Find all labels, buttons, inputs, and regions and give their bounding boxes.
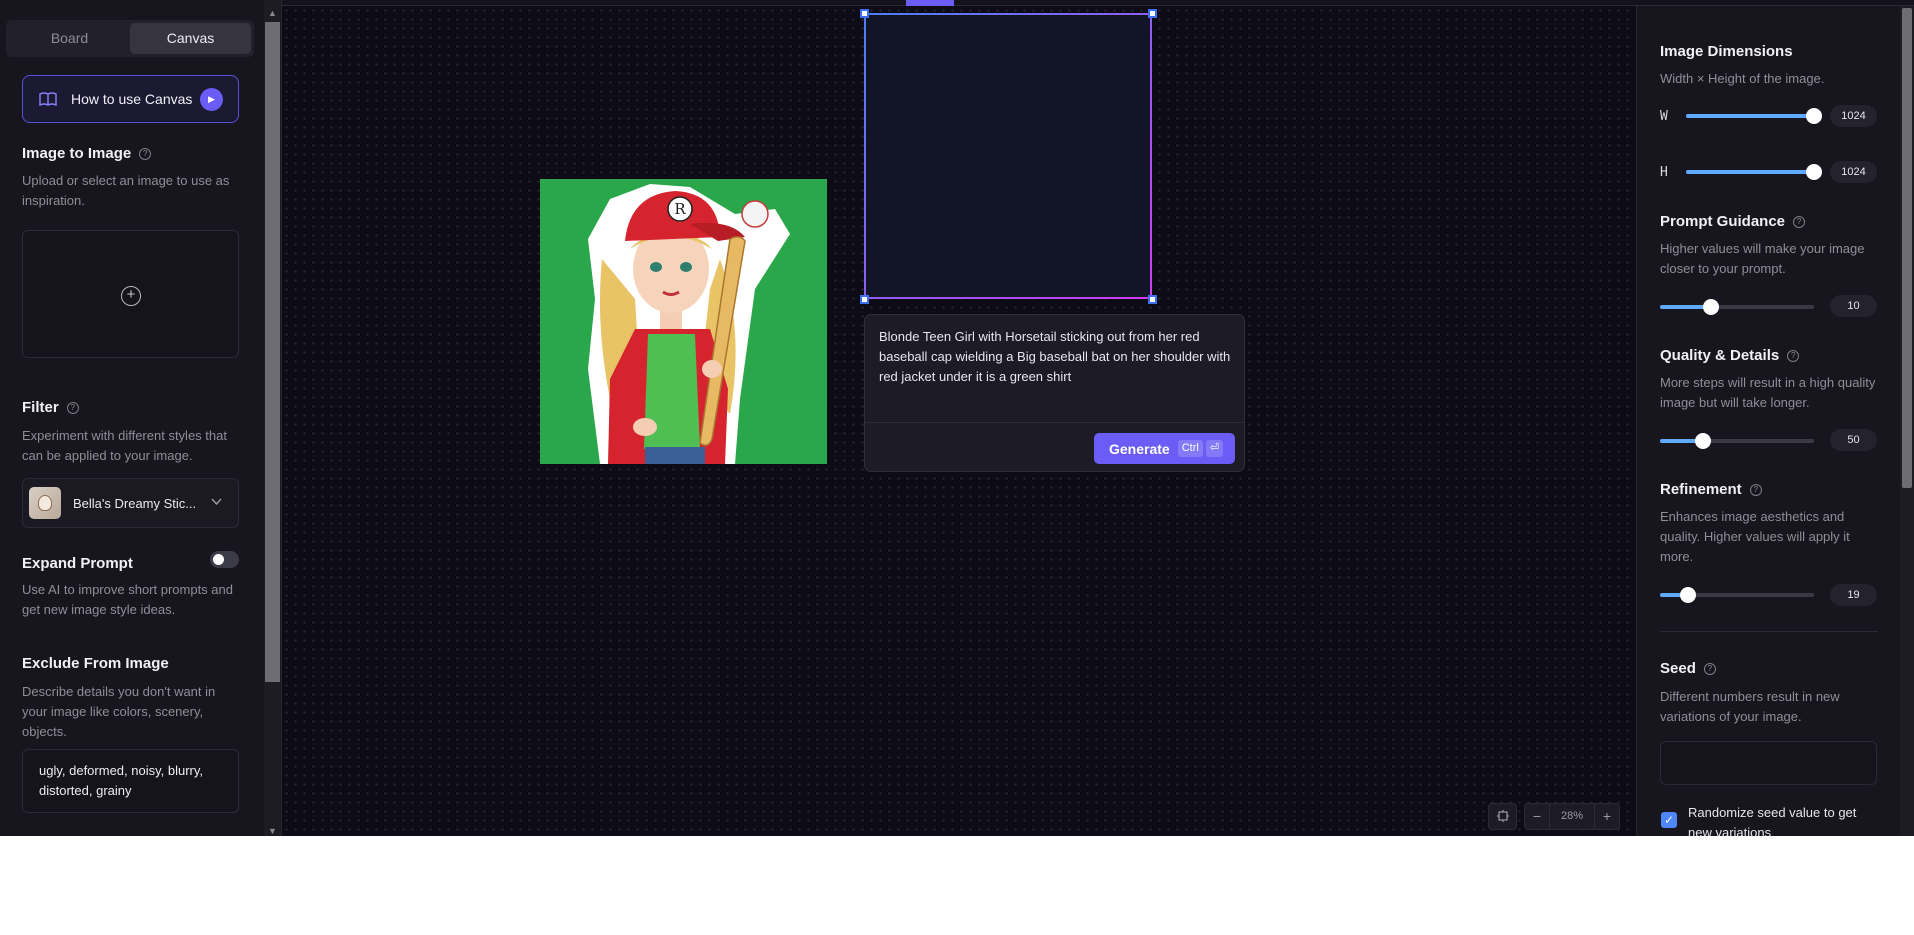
seed-title: Seed?: [1660, 660, 1716, 677]
prompt-guidance-value[interactable]: 10: [1830, 295, 1877, 317]
exclude-input[interactable]: ugly, deformed, noisy, blurry, distorted…: [22, 749, 239, 813]
scroll-up-icon[interactable]: ▲: [266, 8, 279, 18]
zoom-in-button[interactable]: +: [1594, 803, 1620, 830]
refinement-title-text: Refinement: [1660, 481, 1742, 498]
book-icon: [39, 92, 57, 107]
how-to-label: How to use Canvas: [71, 91, 193, 107]
resize-handle[interactable]: [860, 9, 869, 18]
seed-input[interactable]: [1660, 741, 1877, 785]
filter-title-text: Filter: [22, 399, 59, 416]
prompt-input[interactable]: Blonde Teen Girl with Horsetail sticking…: [879, 327, 1234, 387]
expand-prompt-description: Use AI to improve short prompts and get …: [22, 582, 233, 617]
fit-to-screen-icon[interactable]: [1488, 803, 1517, 830]
enter-key-icon: ⏎: [1205, 440, 1224, 457]
tab-canvas[interactable]: Canvas: [130, 23, 251, 54]
generated-image[interactable]: R: [540, 179, 827, 464]
slider-thumb[interactable]: [1695, 433, 1712, 449]
left-sidebar: Board Canvas How to use Canvas ▶ Image t…: [0, 0, 282, 836]
resize-handle[interactable]: [860, 295, 869, 304]
help-icon[interactable]: ?: [1703, 663, 1716, 675]
divider: [865, 422, 1244, 423]
width-slider[interactable]: [1686, 108, 1822, 124]
height-slider[interactable]: [1686, 164, 1822, 180]
add-circle-icon: +: [121, 286, 141, 306]
image-to-image-description: Upload or select an image to use as insp…: [22, 173, 230, 208]
seed-description: Different numbers result in new variatio…: [1660, 689, 1840, 724]
seed-title-text: Seed: [1660, 660, 1696, 677]
scroll-down-icon[interactable]: ▼: [266, 826, 279, 836]
upload-image-dropzone[interactable]: +: [22, 230, 239, 358]
resize-handle[interactable]: [1148, 9, 1157, 18]
help-icon[interactable]: ?: [139, 148, 152, 160]
quality-details-title-text: Quality & Details: [1660, 347, 1780, 364]
width-label: W: [1660, 109, 1668, 124]
help-icon[interactable]: ?: [66, 402, 79, 414]
zoom-out-button[interactable]: −: [1524, 803, 1550, 830]
image-dimensions-description: Width × Height of the image.: [1660, 71, 1825, 86]
quality-details-title: Quality & Details?: [1660, 347, 1800, 364]
refinement-slider[interactable]: [1660, 587, 1814, 603]
generate-label: Generate: [1109, 440, 1170, 457]
zoom-controls: − 28% +: [1488, 803, 1620, 830]
right-scrollbar-thumb[interactable]: [1902, 8, 1912, 488]
filter-thumbnail-figure: [38, 495, 52, 511]
filter-title: Filter?: [22, 399, 79, 416]
view-tabs: Board Canvas: [6, 20, 254, 57]
refinement-description: Enhances image aesthetics and quality. H…: [1660, 509, 1850, 564]
play-icon: ▶: [200, 88, 223, 111]
filter-select[interactable]: Bella's Dreamy Stic...: [22, 478, 239, 528]
randomize-seed-label: Randomize seed value to get new variatio…: [1688, 805, 1857, 836]
slider-thumb[interactable]: [1702, 299, 1719, 315]
width-value[interactable]: 1024: [1830, 105, 1877, 127]
image-to-image-title-text: Image to Image: [22, 145, 132, 162]
cap-logo-letter: R: [674, 200, 686, 218]
refinement-value[interactable]: 19: [1830, 584, 1877, 606]
slider-thumb[interactable]: [1806, 164, 1822, 180]
slider-thumb[interactable]: [1679, 587, 1696, 603]
prompt-box: Blonde Teen Girl with Horsetail sticking…: [864, 314, 1245, 472]
help-icon[interactable]: ?: [1749, 484, 1762, 496]
filter-thumbnail: [29, 487, 61, 519]
generation-frame[interactable]: [864, 13, 1152, 299]
image-to-image-title: Image to Image?: [22, 145, 152, 162]
prompt-guidance-title: Prompt Guidance?: [1660, 213, 1806, 230]
randomize-seed-checkbox[interactable]: ✓: [1661, 812, 1677, 828]
how-to-use-canvas-button[interactable]: How to use Canvas ▶: [22, 75, 239, 123]
chevron-down-icon: [211, 496, 222, 508]
exclude-title: Exclude From Image: [22, 655, 169, 672]
quality-details-slider[interactable]: [1660, 433, 1814, 449]
slider-fill: [1686, 170, 1814, 174]
app-window: Board Canvas How to use Canvas ▶ Image t…: [0, 0, 1914, 836]
slider-fill: [1686, 114, 1814, 118]
generate-button[interactable]: Generate Ctrl ⏎: [1094, 433, 1235, 464]
help-icon[interactable]: ?: [1793, 216, 1806, 228]
image-dimensions-title: Image Dimensions: [1660, 43, 1793, 60]
quality-details-description: More steps will result in a high quality…: [1660, 375, 1876, 410]
prompt-guidance-slider[interactable]: [1660, 299, 1814, 315]
height-label: H: [1660, 165, 1668, 180]
filter-selected-label: Bella's Dreamy Stic...: [73, 495, 197, 511]
tab-board[interactable]: Board: [9, 23, 130, 54]
refinement-title: Refinement?: [1660, 481, 1762, 498]
divider: [1660, 631, 1878, 632]
slider-thumb[interactable]: [1806, 108, 1822, 124]
shortcut-ctrl: Ctrl: [1177, 440, 1203, 457]
height-value[interactable]: 1024: [1830, 161, 1877, 183]
filter-description: Experiment with different styles that ca…: [22, 428, 227, 463]
exclude-description: Describe details you don't want in your …: [22, 684, 216, 739]
expand-prompt-title: Expand Prompt: [22, 555, 133, 572]
toggle-knob: [213, 554, 224, 565]
left-scrollbar-thumb[interactable]: [265, 22, 280, 682]
prompt-guidance-title-text: Prompt Guidance: [1660, 213, 1786, 230]
resize-handle[interactable]: [1148, 295, 1157, 304]
prompt-guidance-description: Higher values will make your image close…: [1660, 241, 1865, 276]
expand-prompt-toggle[interactable]: [210, 551, 239, 568]
quality-details-value[interactable]: 50: [1830, 429, 1877, 451]
zoom-level: 28%: [1550, 803, 1594, 830]
help-icon[interactable]: ?: [1787, 350, 1800, 362]
